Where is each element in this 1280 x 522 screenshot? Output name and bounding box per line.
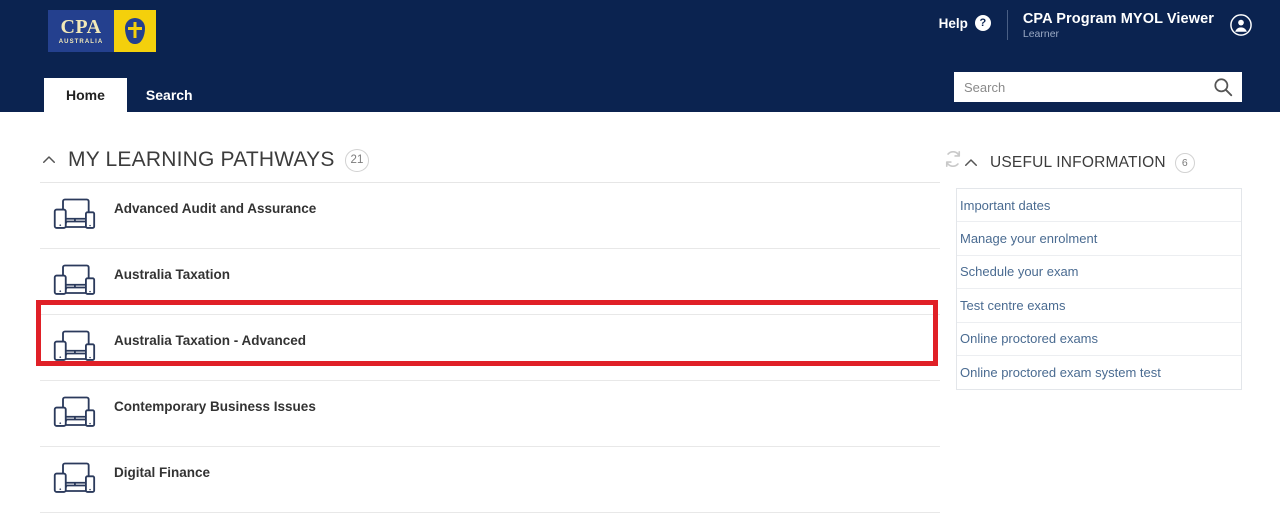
multi-device-icon: [52, 261, 96, 303]
help-button[interactable]: Help ?: [939, 15, 991, 31]
multi-device-icon: [52, 195, 96, 237]
chevron-up-icon[interactable]: [962, 154, 980, 172]
page-title: MY LEARNING PATHWAYS: [68, 148, 335, 171]
nav-tab-home[interactable]: Home: [44, 78, 127, 112]
link-important-dates[interactable]: Important dates: [957, 189, 1241, 223]
link-online-proctored-exam-system-test[interactable]: Online proctored exam system test: [957, 355, 1241, 390]
search-input[interactable]: [964, 79, 1212, 95]
multi-device-icon: [52, 327, 96, 369]
useful-information-count-badge: 6: [1174, 153, 1195, 173]
nav-tab-search[interactable]: Search: [127, 78, 212, 112]
account-circle-icon[interactable]: [1230, 14, 1252, 36]
app-identity: CPA Program MYOL Viewer Learner: [1023, 11, 1214, 40]
my-learning-pathways-panel: MY LEARNING PATHWAYS 21 Advanced Audit a…: [40, 138, 961, 513]
pathway-list: Advanced Audit and Assurance Australia T…: [40, 182, 940, 513]
crest-icon: [114, 10, 156, 52]
link-test-centre-exams[interactable]: Test centre exams: [957, 289, 1241, 323]
link-online-proctored-exams[interactable]: Online proctored exams: [957, 322, 1241, 356]
list-item[interactable]: Advanced Audit and Assurance: [40, 183, 940, 249]
pathways-count-badge: 21: [344, 148, 370, 172]
multi-device-icon: [52, 459, 96, 501]
app-title: CPA Program MYOL Viewer: [1022, 11, 1214, 27]
pathway-label: Digital Finance: [114, 465, 211, 480]
page-body: MY LEARNING PATHWAYS 21 Advanced Audit a…: [0, 112, 1280, 522]
useful-information-links: Important dates Manage your enrolment Sc…: [956, 188, 1242, 391]
header-right-group: Help ? CPA Program MYOL Viewer Learner: [939, 6, 1252, 40]
panel-header[interactable]: MY LEARNING PATHWAYS 21: [40, 138, 961, 182]
pathway-label: Australia Taxation - Advanced: [114, 333, 307, 348]
pathway-label: Australia Taxation: [114, 267, 231, 282]
search-icon[interactable]: [1212, 76, 1234, 98]
multi-device-icon: [52, 393, 96, 435]
help-label: Help: [938, 15, 968, 31]
app-header: CPA AUSTRALIA Help ? CPA Program MYOL Vi…: [0, 0, 1280, 116]
pathway-label: Contemporary Business Issues: [114, 399, 316, 414]
pathway-label: Advanced Audit and Assurance: [114, 201, 317, 216]
chevron-up-icon[interactable]: [40, 151, 58, 169]
logo-brand-text: CPA: [60, 16, 102, 38]
link-manage-your-enrolment[interactable]: Manage your enrolment: [957, 222, 1241, 256]
question-mark-icon: ?: [974, 15, 991, 31]
useful-information-title: USEFUL INFORMATION: [990, 154, 1166, 171]
list-item[interactable]: Digital Finance: [40, 447, 940, 513]
cpa-australia-logo[interactable]: CPA AUSTRALIA: [48, 10, 156, 52]
logo-wordmark: CPA AUSTRALIA: [48, 10, 114, 52]
main-navigation: Home Search: [44, 78, 212, 112]
list-item[interactable]: Contemporary Business Issues: [40, 381, 940, 447]
list-item[interactable]: Australia Taxation: [40, 249, 940, 315]
logo-brand-subtext: AUSTRALIA: [58, 39, 104, 45]
header-search[interactable]: [954, 72, 1242, 102]
app-role-label: Learner: [1022, 28, 1060, 40]
useful-information-panel: USEFUL INFORMATION 6 Important dates Man…: [956, 138, 1242, 391]
link-schedule-your-exam[interactable]: Schedule your exam: [957, 255, 1241, 290]
list-item[interactable]: Australia Taxation - Advanced: [40, 315, 940, 381]
header-divider: [1006, 10, 1008, 40]
useful-information-header[interactable]: USEFUL INFORMATION 6: [956, 138, 1242, 188]
